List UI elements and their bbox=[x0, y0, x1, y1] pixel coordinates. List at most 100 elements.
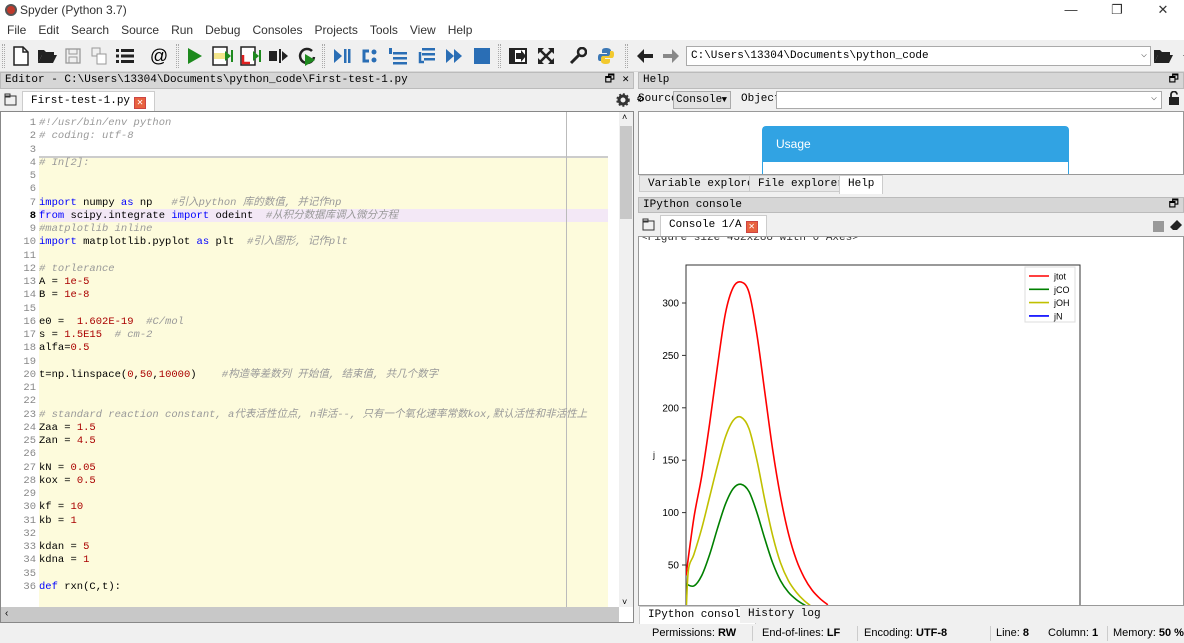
code-editor[interactable]: 1 2 3 4 5 6 7 8 9 10 11 12 13 14 15 16 17 18 19 20 21 22 23 24 2… bbox=[0, 111, 634, 623]
lock-icon[interactable] bbox=[1168, 90, 1180, 109]
menu-view[interactable]: View bbox=[403, 21, 441, 37]
menu-edit[interactable]: Edit bbox=[31, 21, 64, 37]
run-selection-icon[interactable] bbox=[268, 45, 290, 67]
number-token: 1 bbox=[83, 554, 90, 567]
code-line[interactable]: #!/usr/bin/env python bbox=[39, 117, 171, 130]
minimize-button[interactable]: — bbox=[1048, 0, 1094, 21]
toolbar-handle[interactable] bbox=[2, 44, 5, 68]
object-input[interactable]: ⌵ bbox=[776, 91, 1162, 109]
code-line[interactable]: # torlerance bbox=[39, 263, 115, 276]
code-line[interactable]: A = 1e-5 bbox=[39, 276, 89, 289]
menu-source[interactable]: Source bbox=[114, 21, 164, 37]
menu-debug[interactable]: Debug bbox=[198, 21, 245, 37]
editor-horizontal-scrollbar[interactable]: ‹ bbox=[1, 607, 619, 622]
menu-file[interactable]: File bbox=[0, 21, 31, 37]
code-line[interactable]: # standard reaction constant, a代表活性位点, n… bbox=[39, 409, 587, 422]
options-gear-icon[interactable] bbox=[616, 93, 630, 110]
menu-tools[interactable]: Tools bbox=[363, 21, 403, 37]
tab-file-explorer[interactable]: File explorer bbox=[749, 175, 853, 192]
open-folder-icon[interactable] bbox=[36, 45, 58, 67]
run-cell-advance-icon[interactable] bbox=[240, 45, 262, 67]
tab-ipython-console[interactable]: IPython console bbox=[639, 606, 757, 624]
back-arrow-icon[interactable] bbox=[634, 45, 656, 67]
code-line[interactable]: #matplotlib inline bbox=[39, 223, 152, 236]
undock-icon[interactable]: 🗗 bbox=[1169, 73, 1179, 88]
undock-icon[interactable]: 🗗 bbox=[1169, 198, 1179, 212]
working-directory-combo[interactable]: C:\Users\13304\Documents\python_code ⌵ bbox=[686, 46, 1151, 66]
editor-tab-first-test[interactable]: First-test-1.py ✕ bbox=[22, 91, 156, 111]
chevron-down-icon[interactable]: ⌵ bbox=[1141, 47, 1147, 65]
code-line[interactable]: alfa=0.5 bbox=[39, 342, 89, 355]
forward-arrow-icon[interactable] bbox=[660, 45, 682, 67]
code-line[interactable]: import matplotlib.pyplot as plt #引入图形, 记… bbox=[39, 236, 348, 249]
tab-help[interactable]: Help bbox=[839, 175, 884, 194]
working-directory-value: C:\Users\13304\Documents\python_code bbox=[691, 50, 929, 62]
code-token: kf = bbox=[39, 501, 71, 514]
code-line[interactable]: kN = 0.05 bbox=[39, 462, 96, 475]
menu-search[interactable]: Search bbox=[64, 21, 114, 37]
code-line[interactable]: Zaa = 1.5 bbox=[39, 422, 96, 435]
rerun-icon[interactable] bbox=[296, 45, 318, 67]
menu-consoles[interactable]: Consoles bbox=[245, 21, 307, 37]
tab-history-log[interactable]: History log bbox=[740, 606, 829, 623]
step-return-icon[interactable] bbox=[415, 45, 437, 67]
code-line[interactable]: kdan = 5 bbox=[39, 541, 89, 554]
save-icon[interactable] bbox=[62, 45, 84, 67]
run-cell-icon[interactable] bbox=[212, 45, 234, 67]
continue-icon[interactable] bbox=[443, 45, 465, 67]
code-line[interactable]: kdna = 1 bbox=[39, 554, 89, 567]
restore-button[interactable]: ❐ bbox=[1094, 0, 1140, 21]
scroll-left-icon[interactable]: ‹ bbox=[5, 608, 8, 619]
browse-tabs-icon[interactable] bbox=[4, 93, 18, 110]
console-tab-1a[interactable]: Console 1/A ✕ bbox=[660, 215, 767, 236]
scrollbar-thumb[interactable] bbox=[620, 126, 632, 219]
menu-help[interactable]: Help bbox=[441, 21, 478, 37]
at-symbol-icon[interactable]: @ bbox=[148, 45, 170, 67]
debug-icon[interactable] bbox=[331, 45, 353, 67]
code-line[interactable]: def rxn(C,t): bbox=[39, 581, 121, 594]
editor-vertical-scrollbar[interactable]: ˄ ˅ bbox=[619, 112, 633, 607]
code-line[interactable]: e0 = 1.602E-19 #C/mol bbox=[39, 316, 184, 329]
number-token: 1.602E-19 bbox=[76, 315, 134, 328]
step-icon[interactable] bbox=[359, 45, 381, 67]
step-into-icon[interactable] bbox=[387, 45, 409, 67]
preferences-wrench-icon[interactable] bbox=[567, 45, 589, 67]
close-console-icon[interactable]: ✕ bbox=[745, 221, 758, 233]
code-line[interactable]: kf = 10 bbox=[39, 501, 83, 514]
code-line[interactable]: # coding: utf-8 bbox=[39, 130, 134, 143]
new-file-icon[interactable] bbox=[10, 45, 32, 67]
code-area[interactable]: #!/usr/bin/env python # coding: utf-8 # In… bbox=[39, 112, 608, 607]
parent-dir-icon[interactable] bbox=[1176, 45, 1184, 67]
clear-console-eraser-icon[interactable] bbox=[1169, 219, 1183, 234]
code-line[interactable]: import numpy as np #引入python 库的数值, 并记作np bbox=[39, 197, 341, 210]
outline-list-icon[interactable] bbox=[114, 45, 136, 67]
browse-folder-icon[interactable] bbox=[1152, 45, 1174, 67]
scroll-down-icon[interactable]: ˅ bbox=[622, 597, 627, 607]
code-line[interactable]: Zan = 4.5 bbox=[39, 435, 96, 448]
code-line[interactable]: s = 1.5E15 # cm-2 bbox=[39, 329, 152, 342]
code-line[interactable]: # In[2]: bbox=[39, 157, 89, 170]
ipython-console[interactable]: <Figure size 432x288 with 0 Axes> 50 100 1… bbox=[638, 236, 1184, 606]
interrupt-kernel-icon[interactable] bbox=[1153, 221, 1164, 232]
code-line[interactable]: B = 1e-8 bbox=[39, 289, 89, 302]
source-combo[interactable]: Console ▼ bbox=[673, 91, 731, 109]
code-line[interactable]: from scipy.integrate import odeint #从积分数… bbox=[39, 210, 398, 223]
undock-icon[interactable]: 🗗 bbox=[605, 73, 615, 88]
menu-projects[interactable]: Projects bbox=[308, 21, 363, 37]
code-line[interactable]: kox = 0.5 bbox=[39, 475, 96, 488]
menu-run[interactable]: Run bbox=[164, 21, 198, 37]
save-all-icon[interactable] bbox=[88, 45, 110, 67]
browse-tabs-icon[interactable] bbox=[642, 218, 656, 235]
python-path-icon[interactable] bbox=[595, 45, 617, 67]
code-line[interactable]: t=np.linspace(0,50,10000) #构造等差数列 开始值, 结… bbox=[39, 369, 438, 382]
scroll-up-icon[interactable]: ˄ bbox=[622, 112, 627, 122]
close-button[interactable]: ✕ bbox=[1140, 0, 1184, 21]
run-icon[interactable] bbox=[184, 45, 206, 67]
close-tab-icon[interactable]: ✕ bbox=[134, 97, 147, 109]
stop-debug-icon[interactable] bbox=[471, 45, 493, 67]
chevron-down-icon[interactable]: ⌵ bbox=[1151, 92, 1157, 104]
fullscreen-icon[interactable] bbox=[535, 45, 557, 67]
maximize-pane-icon[interactable] bbox=[507, 45, 529, 67]
code-line[interactable]: kb = 1 bbox=[39, 515, 77, 528]
close-pane-icon[interactable]: ✕ bbox=[622, 73, 629, 88]
